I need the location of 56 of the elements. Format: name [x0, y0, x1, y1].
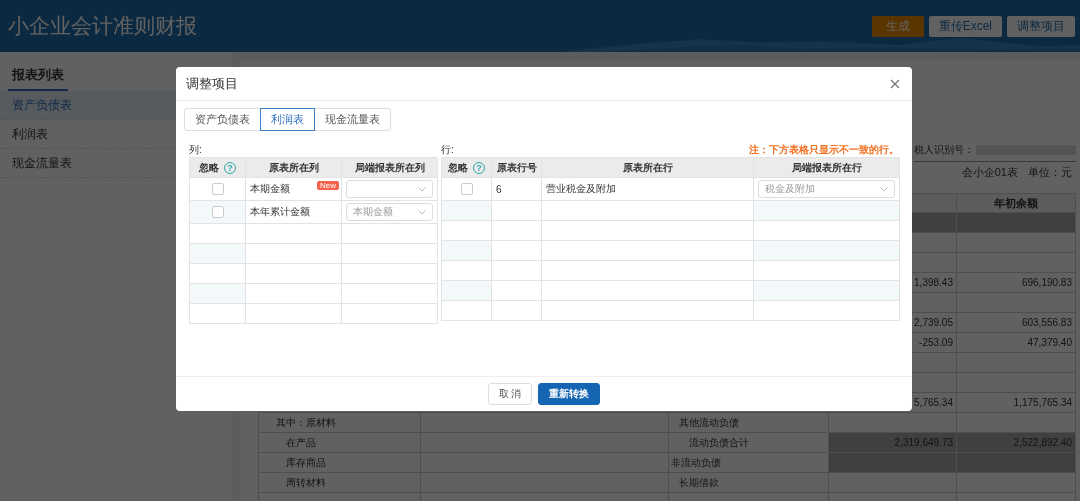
taxpayer-label: 税人识别号： — [914, 142, 974, 157]
table-cell — [492, 201, 542, 221]
unit-label: 单位：元 — [1028, 164, 1072, 180]
table-cell: 非流动负债 — [669, 453, 829, 473]
header-button[interactable]: 重传Excel — [928, 15, 1002, 37]
app-title: 小企业会计准则财报 — [8, 13, 197, 39]
column-header: 原表行号 — [492, 158, 542, 178]
header-button[interactable]: 生成 — [871, 15, 924, 37]
chevron-down-icon — [880, 186, 888, 192]
column-header: 原表所在行 — [542, 158, 754, 178]
table-cell: 其他流动负债 — [669, 413, 829, 433]
table-cell: 流动负债合计 — [669, 433, 829, 453]
dialog-button[interactable]: 重新转换 — [538, 383, 601, 405]
table-cell: 长期借款 — [669, 473, 829, 493]
chevron-down-icon — [418, 209, 426, 215]
column-header: 局端报表所在列 — [342, 158, 438, 178]
header-label: 忽略 — [199, 160, 219, 175]
cell-text: 本期金额 — [250, 182, 290, 196]
table-cell: 营业税金及附加 — [542, 178, 754, 201]
new-badge: New — [317, 181, 339, 190]
dropdown[interactable]: 税金及附加 — [758, 180, 895, 198]
table-cell — [492, 261, 542, 281]
tab[interactable]: 现金流量表 — [314, 108, 391, 131]
checkbox[interactable] — [211, 183, 224, 195]
table-cell: 其中：原材料 — [259, 413, 421, 433]
column-header: 年初余额 — [957, 193, 1076, 213]
dropdown[interactable] — [346, 180, 433, 198]
table-cell — [492, 281, 542, 301]
dropdown[interactable]: 本期金额 — [346, 203, 433, 221]
chevron-down-icon — [418, 186, 426, 192]
header-button[interactable]: 调整项目 — [1007, 15, 1075, 37]
close-icon[interactable] — [890, 78, 900, 89]
table-cell: 在产品 — [259, 433, 421, 453]
form-code: 会小企01表 — [961, 164, 1018, 180]
table-cell: 1,175,765.34 — [957, 393, 1076, 413]
table-cell: 本年累计金额 — [246, 201, 342, 224]
header-label: 忽略 — [448, 160, 468, 175]
checkbox[interactable] — [460, 183, 473, 195]
table-cell: 47,379.40 — [957, 333, 1076, 353]
column-header: 原表所在列 — [246, 158, 342, 178]
table-cell: 6 — [492, 178, 542, 201]
table-cell: 周转材料 — [259, 473, 421, 493]
table-cell — [492, 221, 542, 241]
table-cell — [492, 301, 542, 321]
table-cell: 603,556.83 — [957, 313, 1076, 333]
tab[interactable]: 利润表 — [260, 108, 315, 131]
column-header: 局端报表所在行 — [754, 158, 900, 178]
dialog-button[interactable]: 取 消 — [487, 383, 533, 405]
table-cell: 库存商品 — [259, 453, 421, 473]
checkbox[interactable] — [211, 206, 224, 218]
dialog-title: 调整项目 — [186, 74, 238, 93]
section-label: 行: — [441, 142, 454, 157]
table-cell: 696,190.83 — [957, 273, 1076, 293]
note-text: 注：下方表格只显示不一致的行。 — [749, 142, 899, 157]
tab[interactable]: 资产负债表 — [184, 108, 261, 131]
table-cell — [492, 241, 542, 261]
